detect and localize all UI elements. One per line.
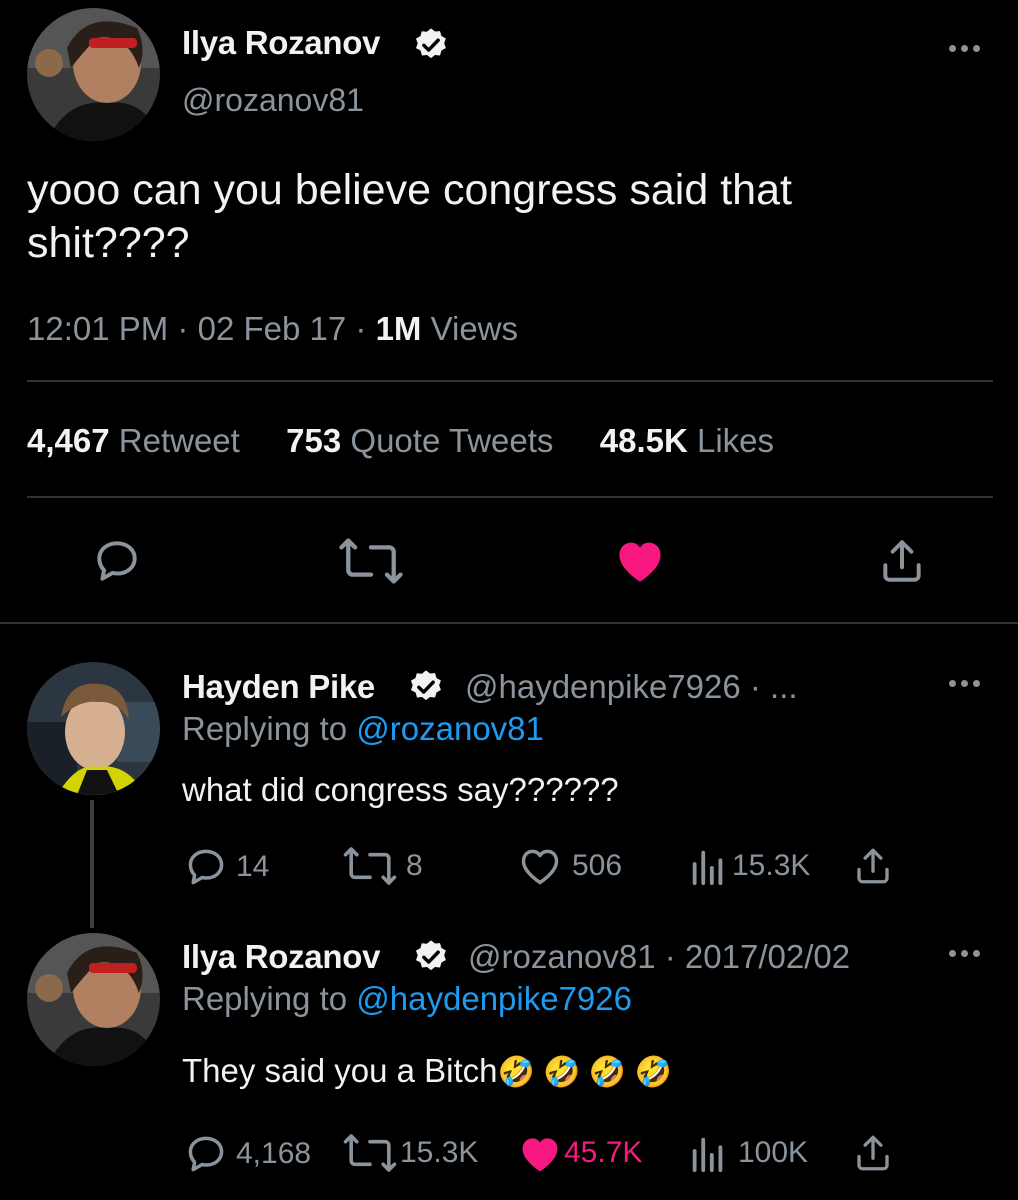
retweet-action[interactable]: 15.3K — [338, 1132, 478, 1174]
divider — [0, 622, 1018, 624]
tweet-meta: 12:01 PM · 02 Feb 17 · 1M Views — [27, 310, 519, 347]
author-avatar[interactable] — [27, 8, 160, 141]
views-count: 1M — [375, 310, 422, 347]
divider — [27, 380, 993, 382]
reply-avatar[interactable] — [27, 933, 160, 1066]
replying-to-link[interactable]: @rozanov81 — [356, 710, 544, 747]
author-name[interactable]: Ilya Rozanov — [182, 24, 380, 62]
reply-text: what did congress say?????? — [182, 771, 619, 808]
retweets-stat[interactable]: 4,467 Retweet — [27, 422, 240, 459]
emoji-laughing: 🤣 🤣 🤣 🤣 — [497, 1056, 672, 1089]
verified-badge-icon — [412, 938, 450, 981]
verified-badge-icon — [412, 26, 450, 69]
reply-author-name[interactable]: Hayden Pike — [182, 668, 375, 706]
reply-text: They said you a Bitch🤣 🤣 🤣 🤣 — [182, 1052, 672, 1089]
verified-badge-icon — [407, 668, 445, 711]
divider — [27, 496, 993, 498]
retweet-action[interactable]: 8 — [338, 845, 423, 887]
reply-action[interactable]: 14 — [184, 845, 269, 889]
views-action[interactable]: 15.3K — [690, 845, 810, 887]
views-label: Views — [430, 310, 519, 347]
reply-meta: @rozanov81 · 2017/02/02 — [468, 938, 851, 975]
tweet-date: 02 Feb 17 — [197, 310, 347, 347]
more-options-icon[interactable] — [949, 45, 980, 52]
replying-to-link[interactable]: @haydenpike7926 — [356, 980, 632, 1017]
more-options-icon[interactable] — [949, 950, 980, 957]
reply-avatar[interactable] — [27, 662, 160, 795]
share-action[interactable] — [852, 845, 894, 887]
tweet-text: yooo can you believe congress said that … — [27, 166, 792, 267]
replying-to: Replying to @haydenpike7926 — [182, 980, 632, 1017]
views-action[interactable]: 100K — [690, 1132, 808, 1174]
replying-to: Replying to @rozanov81 — [182, 710, 544, 747]
retweet-icon[interactable] — [332, 536, 410, 586]
share-action[interactable] — [852, 1132, 894, 1174]
share-icon[interactable] — [877, 536, 927, 586]
reply-meta: @haydenpike7926 · ... — [465, 668, 798, 705]
author-handle[interactable]: @rozanov81 — [182, 82, 364, 119]
reply-author-name[interactable]: Ilya Rozanov — [182, 938, 380, 976]
more-options-icon[interactable] — [949, 680, 980, 687]
heart-filled-icon[interactable] — [614, 536, 666, 584]
tweet-time: 12:01 PM — [27, 310, 169, 347]
reply-action[interactable]: 4,168 — [184, 1132, 311, 1176]
likes-stat[interactable]: 48.5K Likes — [600, 422, 774, 459]
like-action[interactable]: 506 — [518, 845, 622, 887]
quote-tweets-stat[interactable]: 753 Quote Tweets — [286, 422, 553, 459]
like-action[interactable]: 45.7K — [518, 1132, 642, 1174]
tweet-stats: 4,467 Retweet 753 Quote Tweets 48.5K Lik… — [27, 422, 774, 460]
thread-line — [90, 800, 94, 928]
reply-icon[interactable] — [92, 536, 142, 586]
